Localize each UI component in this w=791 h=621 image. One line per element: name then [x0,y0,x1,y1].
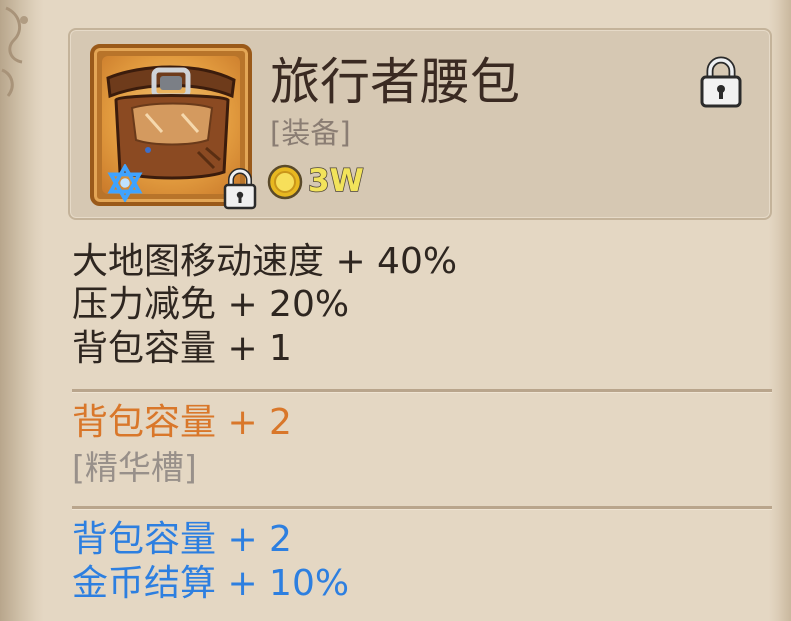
lock-icon [223,168,257,210]
item-type: [装备] [270,116,351,150]
essence-slot-label: [精华槽] [72,448,197,487]
item-name: 旅行者腰包 [270,53,520,111]
item-icon-frame[interactable] [90,44,257,210]
bonus-stat-backpack-capacity: 背包容量 + 2 [72,519,292,560]
lock-toggle-icon[interactable] [698,56,744,108]
bonus-stat-gold-settlement: 金币结算 + 10% [72,563,350,604]
parchment-right-edge [769,0,791,621]
stat-map-move-speed: 大地图移动速度 + 40% [72,241,458,282]
essence-stat: 背包容量 + 2 [72,402,292,443]
stat-backpack-capacity: 背包容量 + 1 [72,328,292,369]
star-of-david-icon [107,164,143,202]
stat-stress-reduction: 压力减免 + 20% [72,284,350,325]
gold-coin-icon [267,164,303,200]
section-divider [72,389,772,392]
item-card: 旅行者腰包 [装备] 3W [68,28,772,220]
item-price: 3W [307,162,364,200]
corner-ornament [1,6,28,97]
section-divider [72,506,772,509]
